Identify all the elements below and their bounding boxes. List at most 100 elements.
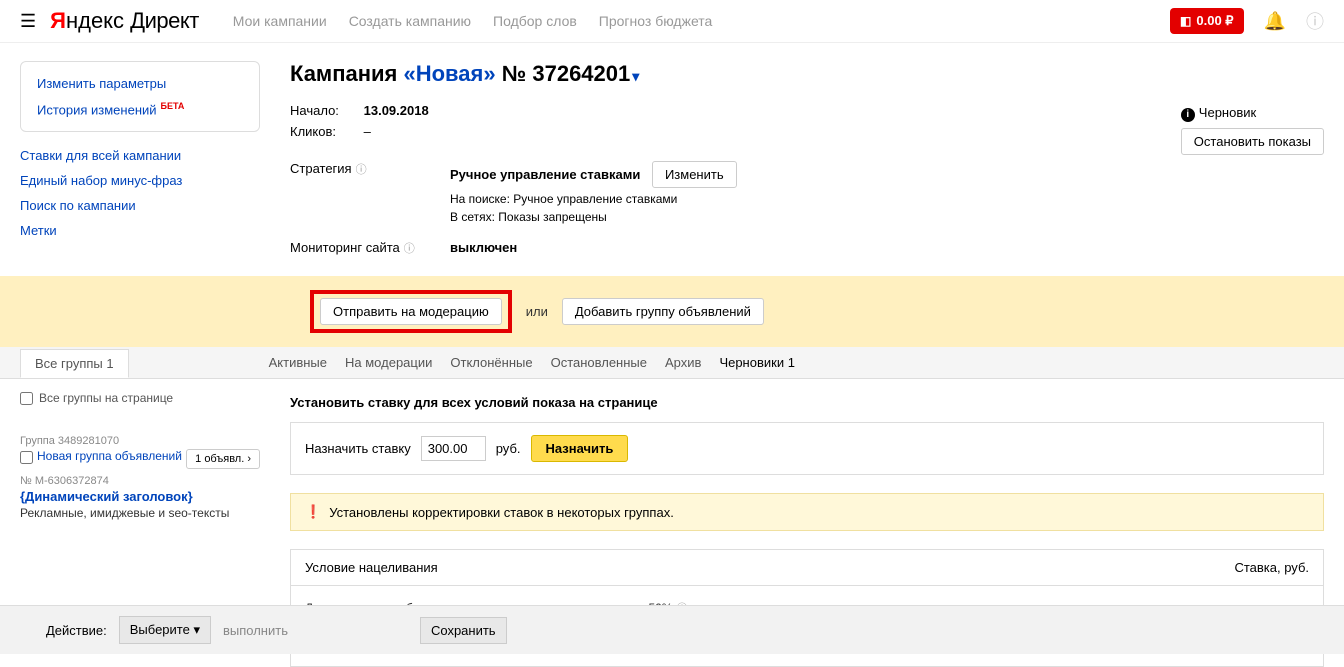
set-rate-title: Установить ставку для всех условий показ… <box>290 395 1324 410</box>
filter-rejected[interactable]: Отклонённые <box>450 355 532 370</box>
bell-icon[interactable]: 🔔 <box>1264 11 1286 32</box>
highlight-moderate: Отправить на модерацию <box>310 290 512 333</box>
all-groups-label: Все группы на странице <box>39 391 173 405</box>
action-bar: Отправить на модерацию или Добавить груп… <box>0 276 1344 347</box>
rate-input[interactable] <box>421 436 486 461</box>
send-moderation-button[interactable]: Отправить на модерацию <box>320 298 502 325</box>
all-groups-checkbox[interactable] <box>20 392 33 405</box>
bottom-bar: Действие: Выберите ▾ выполнить Сохранить <box>0 605 1344 654</box>
title-name[interactable]: «Новая» <box>404 61 496 86</box>
clicks-label: Кликов: <box>290 124 360 139</box>
content: Изменить параметры История изменений БЕТА… <box>0 43 1344 256</box>
monitoring-value: выключен <box>450 240 517 256</box>
start-row: Начало: 13.09.2018 <box>290 103 737 118</box>
change-strategy-button[interactable]: Изменить <box>652 161 737 188</box>
targeting-right: Ставка, руб. <box>1234 560 1309 575</box>
nav-word-pick[interactable]: Подбор слов <box>493 13 577 29</box>
wallet-icon: ◧ <box>1180 14 1191 28</box>
info-icon[interactable]: ⓘ <box>1306 8 1324 34</box>
action-label: Действие: <box>46 623 107 638</box>
monitoring-row: Мониторинг сайтаⓘ выключен <box>290 240 737 256</box>
header: ☰ Яндекс Директ Мои кампании Создать кам… <box>0 0 1344 43</box>
help-icon[interactable]: ⓘ <box>404 243 415 255</box>
strategy-sub1: На поиске: Ручное управление ставками <box>450 192 737 206</box>
or-text: или <box>526 304 548 319</box>
filter-drafts[interactable]: Черновики 1 <box>719 355 795 370</box>
status-text: iЧерновик <box>1181 105 1324 122</box>
logo[interactable]: Яндекс Директ <box>50 8 199 34</box>
title-prefix: Кампания <box>290 61 404 86</box>
title-number: № 37264201 <box>496 61 631 86</box>
stop-shows-button[interactable]: Остановить показы <box>1181 128 1324 155</box>
main: Кампания «Новая» № 37264201▾ Начало: 13.… <box>290 61 1324 256</box>
chevron-right-icon: › <box>247 453 251 465</box>
filter-moderation[interactable]: На модерации <box>345 355 432 370</box>
strategy-body: Ручное управление ставками Изменить На п… <box>450 161 737 224</box>
link-history[interactable]: История изменений БЕТА <box>37 101 243 117</box>
group-block: Группа 3489281070 Новая группа объявлени… <box>20 435 260 520</box>
page-title: Кампания «Новая» № 37264201▾ <box>290 61 737 87</box>
targeting-head: Условие нацеливания Ставка, руб. <box>291 550 1323 586</box>
strategy-label: Стратегияⓘ <box>290 161 450 224</box>
sidebar-box: Изменить параметры История изменений БЕТА <box>20 61 260 132</box>
rate-label: Назначить ставку <box>305 441 411 456</box>
group-checkbox[interactable] <box>20 451 33 464</box>
link-edit-params[interactable]: Изменить параметры <box>37 76 243 91</box>
nav-my-campaigns[interactable]: Мои кампании <box>233 13 327 29</box>
warning-icon: ❗ <box>305 504 321 520</box>
start-value: 13.09.2018 <box>364 103 429 118</box>
title-dropdown-icon[interactable]: ▾ <box>632 68 639 84</box>
sidebar-list: Ставки для всей кампании Единый набор ми… <box>20 148 260 238</box>
group-id: Группа 3489281070 <box>20 435 260 447</box>
action-select[interactable]: Выберите ▾ <box>119 616 211 644</box>
filter-stopped[interactable]: Остановленные <box>551 355 647 370</box>
menu-icon[interactable]: ☰ <box>20 11 36 32</box>
save-button[interactable]: Сохранить <box>420 617 507 644</box>
strategy-value: Ручное управление ставками <box>450 167 640 182</box>
filter-active[interactable]: Активные <box>269 355 327 370</box>
header-right: ◧ 0.00 ₽ 🔔 ⓘ <box>1170 8 1324 34</box>
status-info-icon: i <box>1181 108 1195 122</box>
group-name-link[interactable]: Новая группа объявлений <box>37 449 182 463</box>
strategy-row: Стратегияⓘ Ручное управление ставками Из… <box>290 161 737 224</box>
add-group-button[interactable]: Добавить группу объявлений <box>562 298 764 325</box>
balance-button[interactable]: ◧ 0.00 ₽ <box>1170 8 1244 34</box>
execute-button[interactable]: выполнить <box>223 623 288 638</box>
assign-rate-button[interactable]: Назначить <box>531 435 629 462</box>
all-groups-check-row: Все группы на странице <box>20 391 260 405</box>
beta-badge: БЕТА <box>161 101 185 111</box>
top-nav: Мои кампании Создать кампанию Подбор сло… <box>233 13 713 29</box>
link-rates-all[interactable]: Ставки для всей кампании <box>20 148 260 163</box>
monitoring-label: Мониторинг сайтаⓘ <box>290 240 450 256</box>
link-campaign-search[interactable]: Поиск по кампании <box>20 198 260 213</box>
clicks-row: Кликов: – <box>290 124 737 139</box>
link-labels[interactable]: Метки <box>20 223 260 238</box>
logo-ndex: ндекс <box>66 8 124 34</box>
logo-direct: Директ <box>130 8 199 34</box>
tab-all-groups[interactable]: Все группы 1 <box>20 349 129 378</box>
targeting-left: Условие нацеливания <box>305 560 438 575</box>
nav-budget-forecast[interactable]: Прогноз бюджета <box>599 13 713 29</box>
filter-archive[interactable]: Архив <box>665 355 701 370</box>
rate-unit: руб. <box>496 441 521 456</box>
help-icon[interactable]: ⓘ <box>356 164 367 176</box>
tabs-bar: Все группы 1 Активные На модерации Откло… <box>0 347 1344 379</box>
filter-tabs: Активные На модерации Отклонённые Остано… <box>269 355 795 370</box>
group-ads-badge[interactable]: 1 объявл. › <box>186 449 260 469</box>
nav-create-campaign[interactable]: Создать кампанию <box>349 13 471 29</box>
start-label: Начало: <box>290 103 360 118</box>
notice-bar: ❗ Установлены корректировки ставок в нек… <box>290 493 1324 531</box>
logo-ya: Я <box>50 8 66 34</box>
group-desc: Рекламные, имиджевые и seo-тексты <box>20 506 260 520</box>
notice-text: Установлены корректировки ставок в некот… <box>329 505 674 520</box>
link-minus-phrases[interactable]: Единый набор минус-фраз <box>20 173 260 188</box>
dynamic-title[interactable]: {Динамический заголовок} <box>20 489 260 504</box>
rate-box: Назначить ставку руб. Назначить <box>290 422 1324 475</box>
sidebar: Изменить параметры История изменений БЕТА… <box>20 61 260 256</box>
balance-value: 0.00 ₽ <box>1196 13 1233 29</box>
clicks-value: – <box>364 124 371 139</box>
group-number: № M-6306372874 <box>20 475 260 487</box>
link-history-text: История изменений <box>37 102 157 117</box>
strategy-sub2: В сетях: Показы запрещены <box>450 210 737 224</box>
status-block: iЧерновик Остановить показы <box>1181 105 1324 155</box>
